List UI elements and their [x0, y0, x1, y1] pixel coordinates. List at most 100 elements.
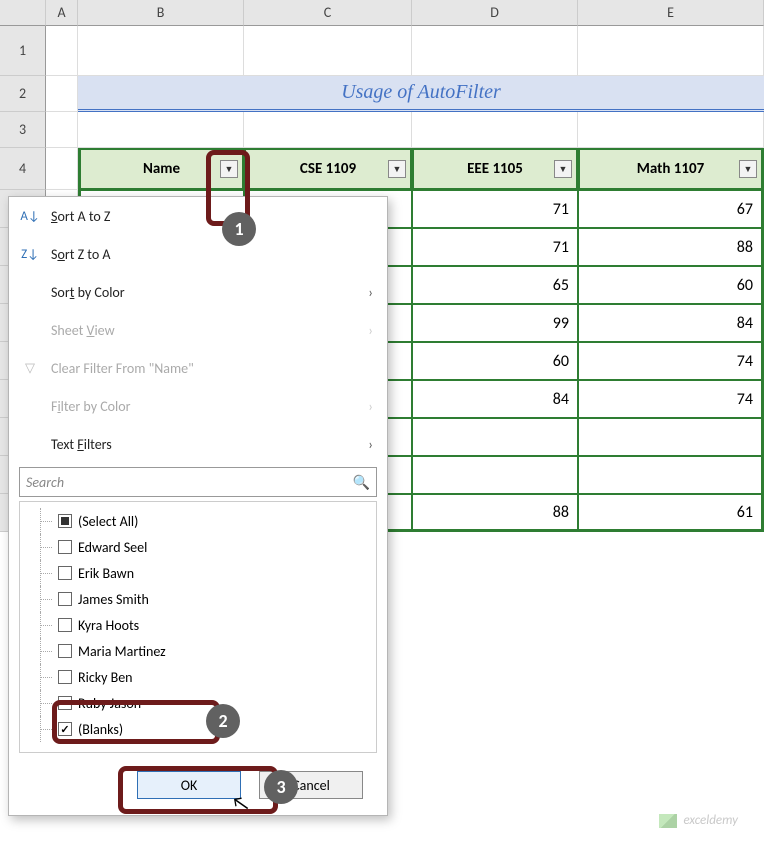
col-C[interactable]: C [244, 0, 412, 26]
cell-eee[interactable]: 99 [412, 304, 578, 342]
cell-math[interactable]: 67 [578, 190, 764, 228]
col-B[interactable]: B [78, 0, 244, 26]
header-cse[interactable]: CSE 1109 ▼ [244, 148, 412, 190]
select-all-corner[interactable] [0, 0, 46, 26]
text-filters[interactable]: Text Filters › [9, 425, 387, 463]
cell[interactable] [244, 26, 412, 76]
watermark: exceldemy [659, 813, 738, 828]
item-label: James Smith [78, 591, 149, 608]
col-A[interactable]: A [46, 0, 78, 26]
checkbox[interactable] [58, 670, 72, 684]
header-math[interactable]: Math 1107 ▼ [578, 148, 764, 190]
cell[interactable] [412, 112, 578, 148]
cell-eee[interactable] [412, 456, 578, 494]
filter-item[interactable]: Erik Bawn [24, 560, 372, 586]
cell-math[interactable]: 84 [578, 304, 764, 342]
funnel-clear-icon: ▽ [19, 361, 41, 376]
menu-label: Sort Z to A [51, 246, 111, 263]
cell-eee[interactable]: 84 [412, 380, 578, 418]
cell[interactable] [78, 112, 244, 148]
filter-item[interactable]: Edward Seel [24, 534, 372, 560]
cell-eee[interactable]: 71 [412, 228, 578, 266]
row-1[interactable]: 1 [0, 26, 46, 76]
item-label: Ricky Ben [78, 669, 133, 686]
sort-z-to-a[interactable]: Z↓ Sort Z to A [9, 235, 387, 273]
checkbox[interactable] [58, 644, 72, 658]
checkbox[interactable] [58, 618, 72, 632]
filter-item[interactable]: James Smith [24, 586, 372, 612]
header-label: Math 1107 [637, 160, 704, 178]
header-label: CSE 1109 [300, 160, 356, 178]
item-label: Erik Bawn [78, 565, 134, 582]
menu-label: Sheet View [51, 322, 115, 339]
checkbox-checked[interactable] [58, 722, 72, 736]
cell-eee[interactable]: 60 [412, 342, 578, 380]
cell[interactable] [46, 26, 78, 76]
search-placeholder: Search [26, 474, 64, 491]
filter-button-math[interactable]: ▼ [739, 160, 757, 178]
cell[interactable] [244, 112, 412, 148]
filter-item[interactable]: Maria Martinez [24, 638, 372, 664]
item-label: Maria Martinez [78, 643, 166, 660]
col-D[interactable]: D [412, 0, 578, 26]
checkbox-indeterminate[interactable] [58, 514, 72, 528]
filter-button-cse[interactable]: ▼ [388, 160, 406, 178]
item-label: Edward Seel [78, 539, 147, 556]
filter-item-select-all[interactable]: (Select All) [24, 508, 372, 534]
cell-eee[interactable]: 65 [412, 266, 578, 304]
header-eee[interactable]: EEE 1105 ▼ [412, 148, 578, 190]
submenu-arrow-icon: › [368, 398, 373, 415]
filter-item[interactable]: Ricky Ben [24, 664, 372, 690]
cell[interactable] [46, 76, 78, 112]
filter-button-eee[interactable]: ▼ [554, 160, 572, 178]
cell[interactable] [578, 26, 764, 76]
checkbox[interactable] [58, 540, 72, 554]
header-label: Name [143, 160, 180, 178]
cell[interactable] [46, 112, 78, 148]
sheet-view: Sheet View › [9, 311, 387, 349]
filter-item[interactable]: Ruby Jason [24, 690, 372, 716]
column-header-row: A B C D E [0, 0, 768, 26]
cell[interactable] [78, 26, 244, 76]
checkbox[interactable] [58, 592, 72, 606]
row-2[interactable]: 2 [0, 76, 46, 112]
cell-math[interactable]: 88 [578, 228, 764, 266]
ok-button[interactable]: OK [137, 771, 241, 799]
cell-math[interactable]: 61 [578, 494, 764, 532]
item-label: Kyra Hoots [78, 617, 139, 634]
autofilter-menu: A↓ SSort A to Zort A to Z Z↓ Sort Z to A… [8, 196, 388, 816]
row-3[interactable]: 3 [0, 112, 46, 148]
cell-math[interactable]: 60 [578, 266, 764, 304]
item-label: (Blanks) [78, 721, 123, 738]
filter-button-name[interactable]: ▼ [220, 160, 238, 178]
checkbox[interactable] [58, 696, 72, 710]
submenu-arrow-icon: › [368, 436, 373, 453]
row-4[interactable]: 4 [0, 148, 46, 190]
filter-item-blanks[interactable]: (Blanks) [24, 716, 372, 742]
cell-eee[interactable]: 71 [412, 190, 578, 228]
header-label: EEE 1105 [467, 160, 523, 178]
cell[interactable] [46, 148, 78, 190]
cell-eee[interactable]: 88 [412, 494, 578, 532]
col-E[interactable]: E [578, 0, 764, 26]
submenu-arrow-icon: › [368, 284, 373, 301]
cell-math[interactable]: 74 [578, 380, 764, 418]
filter-search-input[interactable]: Search 🔍 [19, 467, 377, 497]
menu-label: Text Filters [51, 436, 112, 453]
cell-math[interactable] [578, 418, 764, 456]
cell-math[interactable] [578, 456, 764, 494]
checkbox[interactable] [58, 566, 72, 580]
search-icon: 🔍 [353, 474, 370, 491]
cell[interactable] [578, 112, 764, 148]
cell-math[interactable]: 74 [578, 342, 764, 380]
sort-by-color[interactable]: Sort by Color › [9, 273, 387, 311]
header-name[interactable]: Name ▼ [78, 148, 244, 190]
step-badge-1: 1 [222, 212, 256, 246]
cell[interactable] [412, 26, 578, 76]
filter-values-list[interactable]: (Select All) Edward Seel Erik Bawn James… [19, 501, 377, 753]
menu-label: Clear Filter From "Name" [51, 360, 194, 377]
menu-label: Filter by Color [51, 398, 131, 415]
cell-eee[interactable] [412, 418, 578, 456]
filter-item[interactable]: Kyra Hoots [24, 612, 372, 638]
sort-a-to-z[interactable]: A↓ SSort A to Zort A to Z [9, 197, 387, 235]
